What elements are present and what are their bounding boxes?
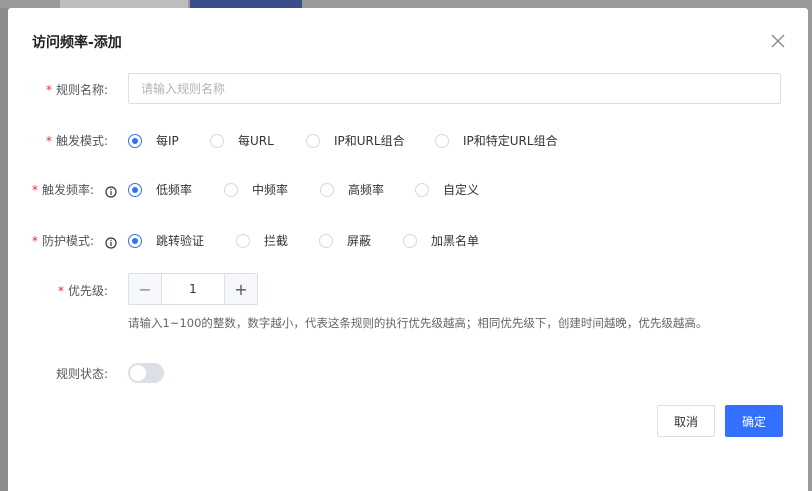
radio-dot (415, 182, 429, 197)
radio-dot (319, 233, 333, 248)
priority-hint: 请输入1~100的整数，数字越小，代表这条规则的执行优先级越高；相同优先级下，创… (128, 316, 708, 330)
trigger-frequency-label: * 触发频率: (32, 183, 95, 197)
radio-dot (210, 133, 224, 148)
rule-status-label: 规则状态: (56, 367, 109, 381)
dialog-title: 访问频率-添加 (32, 35, 122, 51)
radio-block[interactable]: 屏蔽 (319, 232, 371, 249)
close-icon[interactable] (770, 33, 786, 49)
trigger-mode-label: * 触发模式: (46, 134, 109, 148)
radio-dot (128, 182, 142, 197)
rule-name-input[interactable] (128, 73, 781, 104)
increment-button[interactable]: + (224, 274, 257, 304)
priority-label: * 优先级: (58, 284, 109, 298)
toggle-knob (130, 365, 146, 381)
radio-blacklist[interactable]: 加黑名单 (403, 232, 479, 249)
rule-status-toggle[interactable] (128, 363, 164, 383)
confirm-button[interactable]: 确定 (725, 405, 783, 437)
priority-stepper: − 1 + (128, 273, 258, 305)
radio-dot (224, 182, 238, 197)
radio-per-url[interactable]: 每URL (210, 132, 274, 149)
radio-intercept[interactable]: 拦截 (236, 232, 288, 249)
radio-medium-frequency[interactable]: 中频率 (224, 181, 288, 198)
decrement-button[interactable]: − (129, 274, 162, 304)
radio-dot (435, 133, 449, 148)
radio-low-frequency[interactable]: 低频率 (128, 181, 192, 198)
radio-dot (128, 133, 142, 148)
radio-redirect-verify[interactable]: 跳转验证 (128, 232, 204, 249)
background-edge (808, 8, 812, 491)
radio-ip-url-combo[interactable]: IP和URL组合 (306, 132, 405, 149)
radio-dot (236, 233, 250, 248)
radio-custom-frequency[interactable]: 自定义 (415, 181, 479, 198)
priority-value[interactable]: 1 (162, 274, 224, 304)
background-tab-active (190, 0, 302, 8)
radio-ip-specific-url-combo[interactable]: IP和特定URL组合 (435, 132, 558, 149)
background-tab (60, 0, 188, 8)
radio-dot (320, 182, 334, 197)
radio-dot (403, 233, 417, 248)
radio-dot (128, 233, 142, 248)
rule-name-label: * 规则名称: (46, 83, 109, 97)
add-rule-dialog: 访问频率-添加 *规则名称: *触发模式: 每IP 每URL IP和URL组合 … (8, 8, 808, 491)
radio-dot (306, 133, 320, 148)
info-icon[interactable] (105, 234, 117, 249)
cancel-button[interactable]: 取消 (657, 405, 715, 437)
protection-mode-label: * 防护模式: (32, 234, 95, 248)
radio-per-ip[interactable]: 每IP (128, 132, 179, 149)
info-icon[interactable] (105, 183, 117, 198)
radio-high-frequency[interactable]: 高频率 (320, 181, 384, 198)
